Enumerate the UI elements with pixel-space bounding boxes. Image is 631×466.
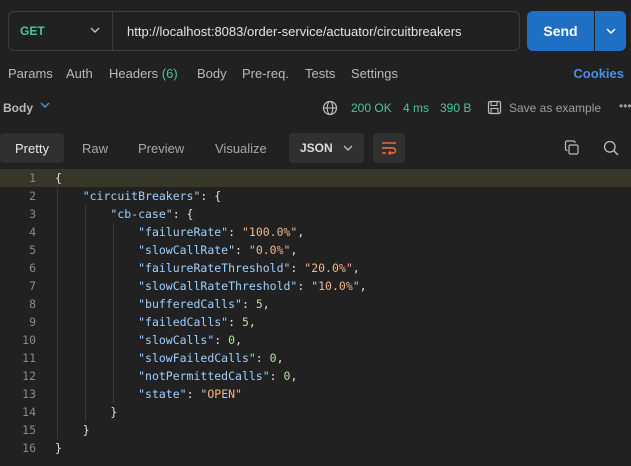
code-text: "slowCallRate": "0.0%", bbox=[138, 243, 298, 257]
response-bar: Body 200 OK 4 ms 390 B Save as example •… bbox=[0, 99, 631, 119]
line-number: 15 bbox=[22, 423, 36, 437]
code-text: "cb-case": { bbox=[110, 207, 194, 221]
chevron-down-icon[interactable] bbox=[40, 100, 50, 113]
code-line: 11 "slowFailedCalls": 0, bbox=[0, 349, 631, 367]
code-text: "failedCalls": 5, bbox=[138, 315, 256, 329]
cookies-link[interactable]: Cookies bbox=[573, 66, 624, 81]
code-text: "slowCalls": 0, bbox=[138, 333, 242, 347]
line-number: 1 bbox=[29, 171, 36, 185]
tab-tests[interactable]: Tests bbox=[305, 66, 335, 81]
chevron-down-icon bbox=[343, 142, 353, 156]
code-text: "circuitBreakers": { bbox=[82, 189, 222, 203]
format-select-label: JSON bbox=[300, 141, 333, 155]
wrap-lines-button[interactable] bbox=[373, 133, 405, 163]
tab-auth[interactable]: Auth bbox=[66, 66, 93, 81]
tab-headers-label: Headers bbox=[109, 66, 159, 81]
line-number: 8 bbox=[29, 297, 36, 311]
code-line: 3 "cb-case": { bbox=[0, 205, 631, 223]
line-number: 10 bbox=[22, 333, 36, 347]
method-label: GET bbox=[20, 24, 45, 38]
line-number: 12 bbox=[22, 369, 36, 383]
send-options-button[interactable] bbox=[595, 11, 626, 51]
tab-body[interactable]: Body bbox=[197, 66, 227, 81]
line-number: 16 bbox=[22, 441, 36, 455]
method-select[interactable]: GET bbox=[9, 12, 113, 50]
search-icon[interactable] bbox=[603, 140, 619, 159]
code-line: 1{ bbox=[0, 169, 631, 187]
tab-raw[interactable]: Raw bbox=[82, 133, 108, 163]
code-line: 10 "slowCalls": 0, bbox=[0, 331, 631, 349]
request-tabs: Params Auth Headers (6) Body Pre-req. Te… bbox=[0, 66, 631, 86]
code-line: 13 "state": "OPEN" bbox=[0, 385, 631, 403]
tab-params[interactable]: Params bbox=[8, 66, 53, 81]
line-number: 7 bbox=[29, 279, 36, 293]
code-line: 6 "failureRateThreshold": "20.0%", bbox=[0, 259, 631, 277]
line-number: 14 bbox=[22, 405, 36, 419]
response-view-tabs: Pretty Raw Preview Visualize JSON bbox=[0, 133, 631, 163]
response-body-viewer[interactable]: 1{2 "circuitBreakers": {3 "cb-case": {4 … bbox=[0, 169, 631, 457]
response-body-label[interactable]: Body bbox=[3, 101, 33, 115]
line-number: 9 bbox=[29, 315, 36, 329]
code-line: 8 "bufferedCalls": 5, bbox=[0, 295, 631, 313]
line-number: 4 bbox=[29, 225, 36, 239]
headers-count-badge: (6) bbox=[161, 66, 178, 81]
code-line: 5 "slowCallRate": "0.0%", bbox=[0, 241, 631, 259]
code-text: "slowCallRateThreshold": "10.0%", bbox=[138, 279, 367, 293]
code-text: "notPermittedCalls": 0, bbox=[138, 369, 298, 383]
response-time: 4 ms bbox=[403, 101, 430, 115]
code-line: 12 "notPermittedCalls": 0, bbox=[0, 367, 631, 385]
code-text: { bbox=[55, 171, 62, 185]
send-button[interactable]: Send bbox=[527, 11, 594, 51]
code-text: } bbox=[55, 441, 62, 455]
code-line: 2 "circuitBreakers": { bbox=[0, 187, 631, 205]
send-button-group: Send bbox=[527, 11, 626, 51]
save-as-example-button[interactable]: Save as example bbox=[509, 101, 601, 115]
tab-settings[interactable]: Settings bbox=[351, 66, 398, 81]
tab-preview[interactable]: Preview bbox=[138, 133, 184, 163]
line-number: 13 bbox=[22, 387, 36, 401]
code-text: "failureRate": "100.0%", bbox=[138, 225, 305, 239]
code-line: 7 "slowCallRateThreshold": "10.0%", bbox=[0, 277, 631, 295]
code-text: "state": "OPEN" bbox=[138, 387, 242, 401]
code-line: 4 "failureRate": "100.0%", bbox=[0, 223, 631, 241]
format-select[interactable]: JSON bbox=[289, 133, 364, 163]
code-text: } bbox=[55, 423, 90, 437]
response-size: 390 B bbox=[440, 101, 472, 115]
status-code: 200 OK bbox=[351, 101, 392, 115]
save-icon[interactable] bbox=[487, 100, 502, 118]
tab-pretty[interactable]: Pretty bbox=[0, 133, 64, 163]
url-input[interactable]: http://localhost:8083/order-service/actu… bbox=[113, 24, 462, 39]
request-bar: GET http://localhost:8083/order-service/… bbox=[8, 11, 520, 51]
line-number: 2 bbox=[29, 189, 36, 203]
code-line: 9 "failedCalls": 5, bbox=[0, 313, 631, 331]
globe-icon[interactable] bbox=[322, 100, 338, 119]
code-line: 14 } bbox=[0, 403, 631, 421]
line-number: 3 bbox=[29, 207, 36, 221]
line-number: 5 bbox=[29, 243, 36, 257]
wrap-lines-icon bbox=[382, 142, 397, 155]
line-number: 6 bbox=[29, 261, 36, 275]
more-options-icon[interactable]: ••• bbox=[619, 99, 631, 113]
tab-prereq[interactable]: Pre-req. bbox=[242, 66, 289, 81]
line-number: 11 bbox=[22, 351, 36, 365]
chevron-down-icon bbox=[605, 28, 616, 35]
copy-icon[interactable] bbox=[564, 140, 580, 159]
code-text: } bbox=[55, 405, 118, 419]
tab-headers[interactable]: Headers (6) bbox=[109, 66, 178, 81]
code-line: 16} bbox=[0, 439, 631, 457]
code-text: "failureRateThreshold": "20.0%", bbox=[138, 261, 360, 275]
tab-visualize[interactable]: Visualize bbox=[215, 133, 267, 163]
code-line: 15 } bbox=[0, 421, 631, 439]
chevron-down-icon bbox=[90, 24, 100, 38]
code-text: "slowFailedCalls": 0, bbox=[138, 351, 284, 365]
code-text: "bufferedCalls": 5, bbox=[138, 297, 270, 311]
